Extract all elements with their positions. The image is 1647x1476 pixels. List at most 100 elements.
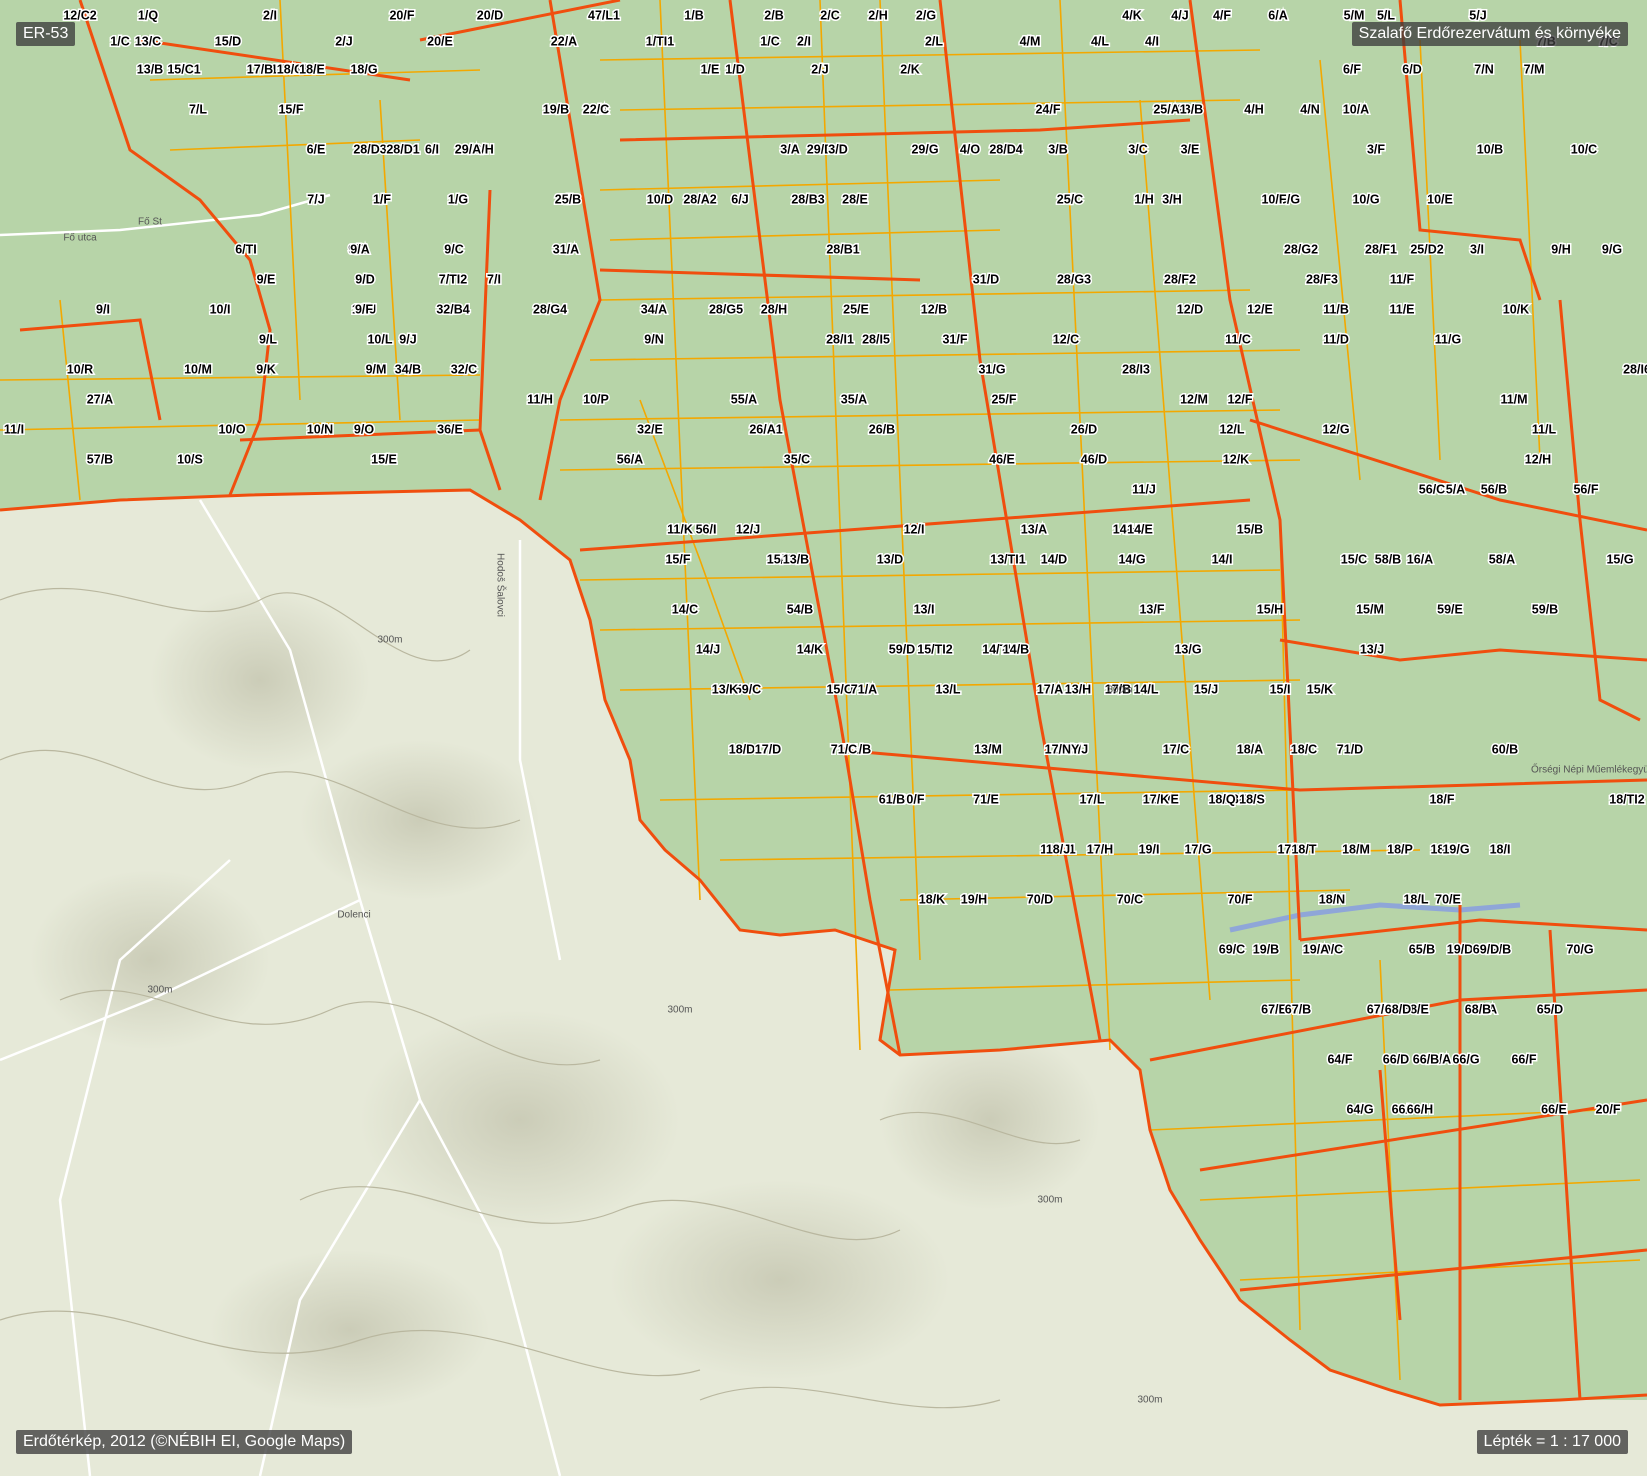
- compartment-label[interactable]: 24/F: [1034, 101, 1062, 118]
- compartment-label[interactable]: 1/Q: [136, 7, 159, 24]
- compartment-label[interactable]: 20/F: [388, 7, 416, 24]
- compartment-label[interactable]: 9/K: [255, 361, 277, 378]
- compartment-label[interactable]: 1/B: [683, 7, 705, 24]
- compartment-label[interactable]: 19/B: [541, 101, 570, 118]
- compartment-label[interactable]: 12/H: [1523, 451, 1552, 468]
- compartment-label[interactable]: 1/C: [109, 33, 131, 50]
- compartment-label[interactable]: 15/E: [370, 451, 399, 468]
- compartment-label[interactable]: 11/K: [666, 521, 695, 538]
- compartment-label[interactable]: 54/B: [785, 601, 814, 618]
- compartment-label[interactable]: 9/H: [1550, 241, 1572, 258]
- compartment-label[interactable]: 12/B: [919, 301, 948, 318]
- compartment-label[interactable]: 58/B: [1373, 551, 1402, 568]
- map-canvas[interactable]: 12/C2 1/Q 2/I 20/F 20/D 47/L1 1/B 2/B 2/C 2/H 2/G 4…: [0, 0, 1647, 1476]
- compartment-label[interactable]: 32/B4: [435, 301, 471, 318]
- compartment-label[interactable]: 1/D: [724, 61, 746, 78]
- compartment-label[interactable]: 18/TI2: [1608, 791, 1646, 808]
- compartment-label[interactable]: 34/B: [393, 361, 422, 378]
- compartment-label[interactable]: 65/B: [1407, 941, 1436, 958]
- compartment-label[interactable]: 9/J: [398, 331, 418, 348]
- compartment-label[interactable]: 10/A: [1341, 101, 1370, 118]
- compartment-label[interactable]: 4/K: [1121, 7, 1143, 24]
- compartment-label[interactable]: 13/D: [875, 551, 904, 568]
- compartment-label[interactable]: 2/G: [914, 7, 937, 24]
- compartment-label[interactable]: 18/L: [1402, 891, 1430, 908]
- compartment-label[interactable]: 13/M: [973, 741, 1004, 758]
- compartment-label[interactable]: 14/C: [670, 601, 699, 618]
- compartment-label[interactable]: 6/TI: [234, 241, 259, 258]
- compartment-label[interactable]: 18/G: [349, 61, 379, 78]
- compartment-label[interactable]: 12/C: [1051, 331, 1080, 348]
- compartment-label[interactable]: 11/D: [1322, 331, 1351, 348]
- compartment-label[interactable]: 18/A: [1235, 741, 1264, 758]
- compartment-label[interactable]: 64/G: [1345, 1101, 1375, 1118]
- compartment-label[interactable]: 15/C: [1339, 551, 1368, 568]
- compartment-label[interactable]: 28/G4: [531, 301, 568, 318]
- compartment-label[interactable]: 18/D: [727, 741, 756, 758]
- compartment-label[interactable]: 47/L1: [587, 7, 622, 24]
- compartment-label[interactable]: 12/K: [1221, 451, 1250, 468]
- compartment-label[interactable]: 13/L: [934, 681, 962, 698]
- compartment-label[interactable]: 5/L: [1375, 7, 1396, 24]
- compartment-label[interactable]: 9/N: [643, 331, 665, 348]
- compartment-label[interactable]: 3/D: [827, 141, 849, 158]
- compartment-label[interactable]: 11/L: [1530, 421, 1558, 438]
- compartment-label[interactable]: 7/TI2: [437, 271, 469, 288]
- compartment-label[interactable]: 18/C: [1289, 741, 1318, 758]
- compartment-label[interactable]: 28/D1: [385, 141, 421, 158]
- compartment-label[interactable]: 15/I: [1268, 681, 1292, 698]
- compartment-label[interactable]: 3/A: [779, 141, 801, 158]
- compartment-label[interactable]: 20/D: [475, 7, 504, 24]
- compartment-label[interactable]: 59/B: [1530, 601, 1559, 618]
- compartment-label[interactable]: 1/C: [759, 33, 781, 50]
- compartment-label[interactable]: 28/F2: [1163, 271, 1198, 288]
- compartment-label[interactable]: 69/D: [1471, 941, 1500, 958]
- compartment-label[interactable]: 11/G: [1433, 331, 1462, 348]
- compartment-label[interactable]: 28/G2: [1282, 241, 1319, 258]
- compartment-label[interactable]: 22/A: [549, 33, 578, 50]
- compartment-label[interactable]: 17/NY: [1043, 741, 1081, 758]
- compartment-label[interactable]: 9/D: [354, 271, 376, 288]
- compartment-label[interactable]: 9/G: [1600, 241, 1623, 258]
- compartment-label[interactable]: 14/K: [795, 641, 824, 658]
- compartment-label[interactable]: 56/A: [615, 451, 644, 468]
- compartment-label[interactable]: 19/B: [1251, 941, 1280, 958]
- compartment-label[interactable]: 15/F: [277, 101, 305, 118]
- compartment-label[interactable]: 59/C: [733, 681, 762, 698]
- compartment-label[interactable]: 10/F: [1260, 191, 1288, 208]
- compartment-label[interactable]: 36/E: [436, 421, 465, 438]
- compartment-label[interactable]: 61/B: [877, 791, 906, 808]
- compartment-label[interactable]: 22/C: [581, 101, 610, 118]
- compartment-label[interactable]: 10/M: [183, 361, 214, 378]
- compartment-label[interactable]: 11/I: [2, 421, 25, 438]
- compartment-label[interactable]: 7/M: [1522, 61, 1546, 78]
- compartment-label[interactable]: 18/S: [1238, 791, 1267, 808]
- compartment-label[interactable]: 56/C: [1417, 481, 1446, 498]
- compartment-label[interactable]: 28/G5: [707, 301, 744, 318]
- compartment-label[interactable]: 2/C: [819, 7, 841, 24]
- compartment-label[interactable]: 5/J: [1468, 7, 1488, 24]
- compartment-label[interactable]: 29/A: [453, 141, 482, 158]
- compartment-label[interactable]: 32/C: [449, 361, 478, 378]
- compartment-label[interactable]: 13/A: [1019, 521, 1048, 538]
- compartment-label[interactable]: 4/M: [1018, 33, 1042, 50]
- compartment-label[interactable]: 19/G: [1441, 841, 1471, 858]
- compartment-label[interactable]: 64/F: [1326, 1051, 1354, 1068]
- compartment-label[interactable]: 4/F: [1211, 7, 1232, 24]
- compartment-label[interactable]: 11/E: [1388, 301, 1416, 318]
- compartment-label[interactable]: 70/G: [1565, 941, 1595, 958]
- compartment-label[interactable]: 66/D: [1381, 1051, 1410, 1068]
- compartment-label[interactable]: 13/B: [781, 551, 810, 568]
- compartment-label[interactable]: 17/H: [1085, 841, 1114, 858]
- compartment-label[interactable]: 18/F: [1428, 791, 1456, 808]
- compartment-label[interactable]: 19/A: [1301, 941, 1330, 958]
- compartment-label[interactable]: 10/O: [217, 421, 247, 438]
- compartment-label[interactable]: 6/E: [305, 141, 327, 158]
- compartment-label[interactable]: 17/G: [1183, 841, 1213, 858]
- compartment-label[interactable]: 66/F: [1510, 1051, 1538, 1068]
- compartment-label[interactable]: 66/H: [1405, 1101, 1434, 1118]
- compartment-label[interactable]: 12/L: [1218, 421, 1246, 438]
- compartment-label[interactable]: 15/D: [213, 33, 242, 50]
- compartment-label[interactable]: 28/D3: [352, 141, 388, 158]
- compartment-label[interactable]: 28/I1: [825, 331, 856, 348]
